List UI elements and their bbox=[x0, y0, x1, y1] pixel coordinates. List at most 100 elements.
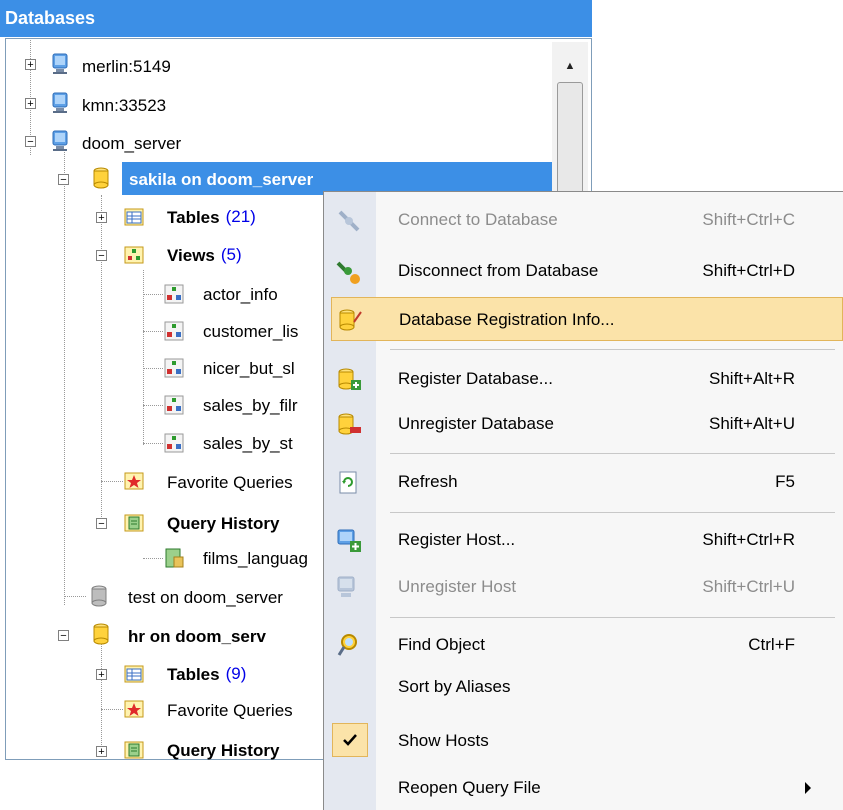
menu-shortcut: Shift+Ctrl+U bbox=[702, 577, 795, 596]
tree-line bbox=[143, 558, 163, 559]
menu-label: Unregister Database bbox=[398, 414, 554, 433]
tree-line bbox=[143, 368, 163, 369]
view-icon bbox=[164, 433, 184, 453]
scroll-up-arrow[interactable]: ▲ bbox=[552, 54, 588, 78]
collapse-toggle[interactable]: − bbox=[25, 136, 36, 148]
collapse-toggle[interactable]: − bbox=[96, 250, 107, 262]
host-label[interactable]: kmn:33523 bbox=[82, 92, 166, 120]
tables-icon bbox=[124, 208, 144, 226]
tree-line bbox=[101, 635, 102, 755]
context-menu: Connect to Database Shift+Ctrl+C Disconn… bbox=[323, 191, 843, 810]
menu-shortcut: F5 bbox=[775, 472, 795, 491]
menu-item-reopen-query-file[interactable]: Reopen Query File bbox=[324, 766, 843, 810]
view-item[interactable]: nicer_but_sl bbox=[203, 355, 295, 383]
query-history-icon bbox=[124, 741, 144, 759]
menu-label: Database Registration Info... bbox=[399, 310, 615, 329]
menu-shortcut: Ctrl+F bbox=[748, 635, 795, 654]
menu-item-sort-by-aliases[interactable]: Sort by Aliases bbox=[324, 665, 843, 709]
expand-toggle[interactable]: + bbox=[96, 746, 107, 758]
expand-toggle[interactable]: + bbox=[25, 98, 36, 110]
tree-line bbox=[143, 270, 144, 445]
query-history-label[interactable]: Query History bbox=[167, 510, 279, 538]
host-label[interactable]: doom_server bbox=[82, 130, 181, 158]
menu-label: Reopen Query File bbox=[398, 778, 541, 797]
favorite-queries-icon bbox=[124, 472, 144, 490]
menu-shortcut: Shift+Alt+R bbox=[709, 369, 795, 388]
disconnect-icon bbox=[336, 261, 360, 284]
menu-item-connect[interactable]: Connect to Database Shift+Ctrl+C bbox=[324, 198, 843, 242]
menu-label: Register Host... bbox=[398, 530, 516, 549]
tree-line bbox=[143, 443, 163, 444]
query-file-icon bbox=[165, 548, 184, 568]
database-icon bbox=[93, 167, 109, 189]
menu-separator bbox=[390, 349, 835, 350]
server-icon bbox=[52, 53, 68, 74]
view-item[interactable]: sales_by_st bbox=[203, 430, 293, 458]
server-icon bbox=[52, 92, 68, 113]
menu-shortcut: Shift+Ctrl+R bbox=[702, 530, 795, 549]
database-label-hr[interactable]: hr on doom_serv bbox=[128, 623, 266, 651]
view-icon bbox=[164, 284, 184, 304]
menu-item-register-database[interactable]: Register Database... Shift+Alt+R bbox=[324, 357, 843, 401]
tree-line bbox=[143, 294, 163, 295]
tables-label[interactable]: Tables bbox=[167, 204, 220, 232]
menu-item-register-host[interactable]: Register Host... Shift+Ctrl+R bbox=[324, 518, 843, 562]
view-icon bbox=[164, 321, 184, 341]
menu-separator bbox=[390, 617, 835, 618]
collapse-toggle[interactable]: − bbox=[58, 174, 69, 186]
tree-line bbox=[143, 405, 163, 406]
unregister-database-icon bbox=[338, 413, 361, 435]
tables-count: (9) bbox=[225, 664, 247, 683]
collapse-toggle[interactable]: − bbox=[96, 518, 107, 530]
tables-label[interactable]: Tables bbox=[167, 661, 220, 689]
submenu-arrow-icon bbox=[805, 782, 811, 794]
host-label[interactable]: merlin:5149 bbox=[82, 53, 171, 81]
view-item[interactable]: sales_by_filr bbox=[203, 392, 298, 420]
menu-item-registration-info[interactable]: Database Registration Info... bbox=[331, 297, 843, 341]
database-label-test[interactable]: test on doom_server bbox=[128, 584, 283, 612]
view-item[interactable]: customer_lis bbox=[203, 318, 298, 346]
register-host-icon bbox=[337, 529, 361, 552]
unregister-host-icon bbox=[337, 576, 355, 597]
register-database-icon bbox=[338, 368, 361, 390]
tree-line bbox=[101, 709, 123, 710]
views-label[interactable]: Views bbox=[167, 242, 215, 270]
tables-icon bbox=[124, 665, 144, 683]
database-label-sakila[interactable]: sakila on doom_server bbox=[129, 166, 313, 194]
favorite-queries-label[interactable]: Favorite Queries bbox=[167, 469, 293, 497]
tree-line bbox=[101, 195, 102, 525]
menu-item-refresh[interactable]: Refresh F5 bbox=[324, 460, 843, 504]
find-object-icon bbox=[337, 634, 357, 656]
menu-label: Find Object bbox=[398, 635, 485, 654]
database-icon bbox=[93, 623, 109, 645]
tree-line bbox=[64, 596, 86, 597]
menu-item-find-object[interactable]: Find Object Ctrl+F bbox=[324, 623, 843, 667]
favorite-queries-icon bbox=[124, 700, 144, 718]
views-count: (5) bbox=[220, 245, 242, 264]
view-item[interactable]: actor_info bbox=[203, 281, 278, 309]
menu-item-show-hosts[interactable]: Show Hosts bbox=[324, 719, 843, 763]
menu-shortcut: Shift+Alt+U bbox=[709, 414, 795, 433]
favorite-queries-label[interactable]: Favorite Queries bbox=[167, 697, 293, 725]
view-icon bbox=[164, 395, 184, 415]
query-history-label[interactable]: Query History bbox=[167, 737, 279, 765]
tree-line bbox=[64, 150, 65, 605]
menu-item-disconnect[interactable]: Disconnect from Database Shift+Ctrl+D bbox=[324, 249, 843, 293]
collapse-toggle[interactable]: − bbox=[58, 630, 69, 642]
expand-toggle[interactable]: + bbox=[25, 59, 36, 71]
menu-item-unregister-database[interactable]: Unregister Database Shift+Alt+U bbox=[324, 402, 843, 446]
menu-label: Disconnect from Database bbox=[398, 261, 599, 280]
views-icon bbox=[124, 246, 144, 264]
tables-count: (21) bbox=[225, 207, 256, 226]
server-icon bbox=[52, 130, 68, 151]
menu-label: Sort by Aliases bbox=[398, 677, 511, 696]
expand-toggle[interactable]: + bbox=[96, 212, 107, 224]
history-item[interactable]: films_languag bbox=[203, 545, 308, 573]
menu-item-unregister-host[interactable]: Unregister Host Shift+Ctrl+U bbox=[324, 565, 843, 609]
menu-label: Connect to Database bbox=[398, 210, 558, 229]
expand-toggle[interactable]: + bbox=[96, 669, 107, 681]
refresh-icon bbox=[339, 471, 357, 494]
menu-separator bbox=[390, 453, 835, 454]
menu-shortcut: Shift+Ctrl+C bbox=[702, 210, 795, 229]
menu-shortcut: Shift+Ctrl+D bbox=[702, 261, 795, 280]
